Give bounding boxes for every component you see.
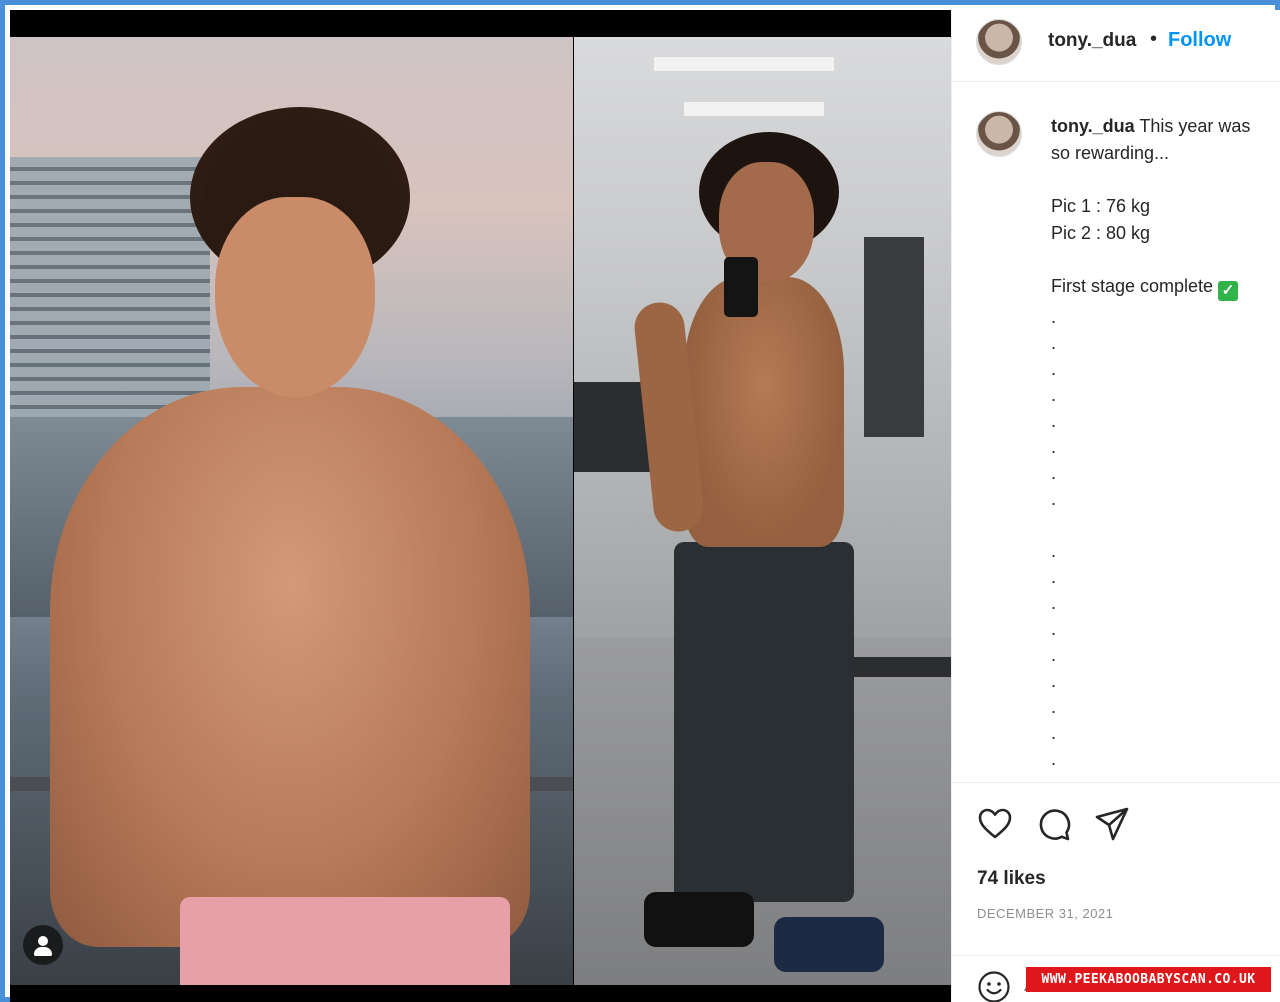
post-actions: 74 likes DECEMBER 31, 2021 bbox=[952, 782, 1280, 957]
watermark: WWW.PEEKABOOBABYSCAN.CO.UK bbox=[1026, 967, 1271, 992]
media-letterbox-top bbox=[10, 10, 951, 37]
photo-after bbox=[574, 37, 951, 985]
caption-stage: First stage complete bbox=[1051, 276, 1214, 296]
post-sidebar: tony._dua • Follow tony._dua This year w… bbox=[951, 10, 1280, 1002]
screenshot-frame: tony._dua • Follow tony._dua This year w… bbox=[0, 0, 1280, 1002]
photo-before bbox=[10, 37, 573, 985]
follow-button[interactable]: Follow bbox=[1168, 29, 1231, 52]
caption-avatar[interactable] bbox=[976, 111, 1022, 157]
phone bbox=[724, 257, 758, 317]
person-before bbox=[50, 107, 530, 985]
header-username[interactable]: tony._dua bbox=[1048, 30, 1136, 52]
media-letterbox-bottom bbox=[10, 985, 951, 1002]
user-tag-icon[interactable] bbox=[23, 925, 63, 965]
post-date[interactable]: DECEMBER 31, 2021 bbox=[977, 906, 1113, 921]
person-after bbox=[632, 132, 884, 982]
caption-username[interactable]: tony._dua bbox=[1051, 116, 1135, 136]
post-media[interactable] bbox=[10, 10, 951, 1002]
caption-area: tony._dua This year was so rewarding... … bbox=[952, 82, 1280, 782]
post-header: tony._dua • Follow bbox=[952, 10, 1280, 82]
emoji-icon[interactable] bbox=[977, 970, 1011, 1002]
caption-pic1: Pic 1 : 76 kg bbox=[1051, 196, 1151, 216]
likes-count[interactable]: 74 likes bbox=[977, 868, 1046, 890]
heart-icon[interactable] bbox=[977, 806, 1013, 842]
avatar[interactable] bbox=[976, 19, 1022, 65]
caption-intro: This year was bbox=[1139, 116, 1251, 136]
comment-icon[interactable] bbox=[1036, 806, 1072, 842]
caption-pic2: Pic 2 : 80 kg bbox=[1051, 223, 1151, 243]
caption-text: tony._dua This year was so rewarding... … bbox=[1051, 113, 1280, 301]
check-icon: ✓ bbox=[1218, 281, 1239, 301]
share-icon[interactable] bbox=[1094, 806, 1130, 842]
caption-dots: ........ ......... bbox=[1051, 307, 1057, 769]
separator-dot: • bbox=[1150, 28, 1158, 50]
caption-continued: so rewarding... bbox=[1051, 143, 1170, 163]
